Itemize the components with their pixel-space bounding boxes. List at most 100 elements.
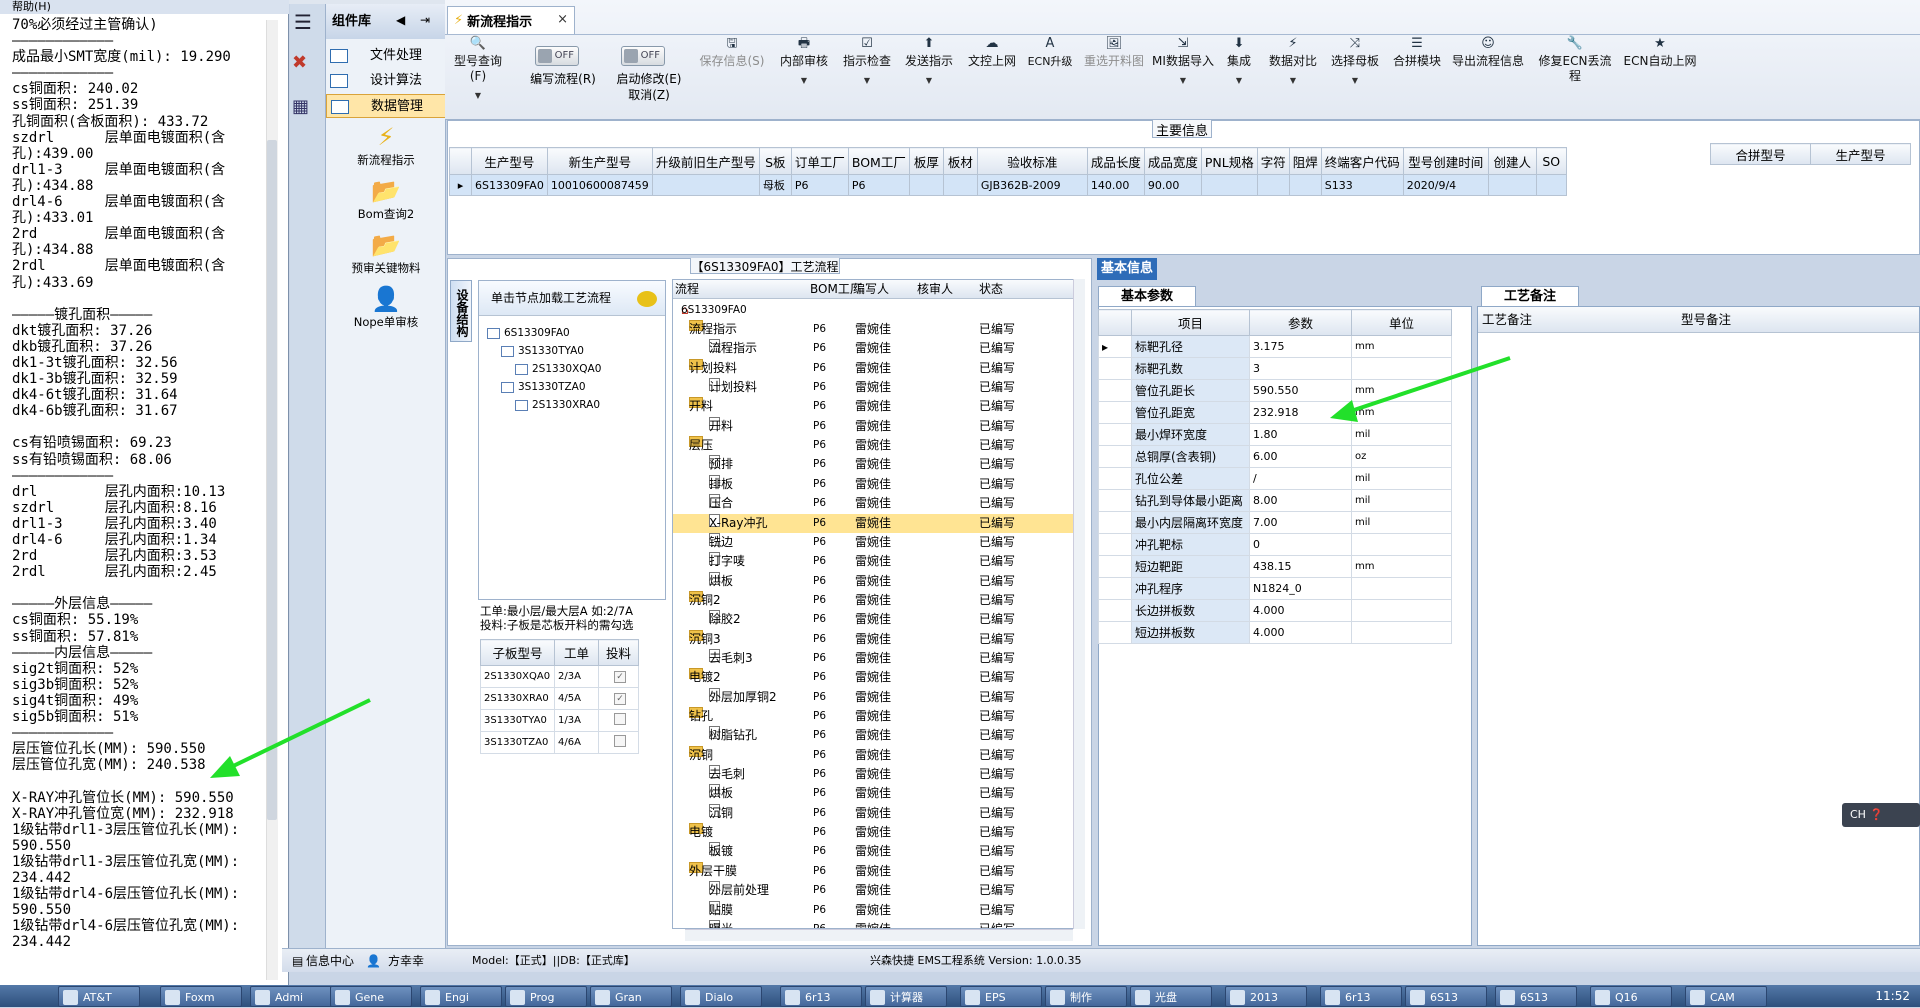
main-info-column[interactable]: BOM工厂 [847, 147, 910, 175]
equipment-structure-tab[interactable]: 设备结构 [450, 280, 472, 342]
flow-row[interactable]: 钻孔 P6 雷婉佳 已编写 [673, 707, 1073, 726]
feed-checkbox[interactable] [614, 713, 626, 725]
taskbar-item[interactable]: Engi [420, 986, 502, 1007]
param-value[interactable]: N1824_0 [1249, 577, 1352, 600]
tree-node[interactable]: 2S1330XRA0 [515, 397, 600, 413]
param-row[interactable]: 冲孔靶标 0 [1098, 533, 1452, 556]
info-center[interactable]: 信息中心 [306, 949, 354, 973]
bom-query-shortcut[interactable]: 📂 Bom查询2 [326, 176, 446, 222]
param-row[interactable]: 冲孔程序 N1824_0 [1098, 577, 1452, 600]
main-info-cell[interactable]: 2020/9/4 [1402, 174, 1489, 196]
integrate-button[interactable]: ⬇ 集成 ▼ [1219, 36, 1259, 88]
flow-row[interactable]: 沉铜2 P6 雷婉佳 已编写 [673, 590, 1073, 610]
flow-row[interactable]: 电镀 P6 雷婉佳 已编写 [673, 823, 1073, 842]
main-info-cell[interactable]: S133 [1320, 174, 1404, 196]
param-value[interactable]: 8.00 [1249, 489, 1352, 512]
main-info-cell[interactable] [1535, 174, 1567, 196]
collapse-icon[interactable]: ◀ [396, 13, 405, 27]
taskbar-item[interactable]: CAM [1685, 986, 1767, 1007]
sub-board-column[interactable]: 投料 [598, 639, 639, 666]
main-info-column[interactable]: 成品宽度 [1143, 147, 1202, 175]
param-row[interactable]: 最小焊环宽度 1.80 mil [1098, 423, 1452, 446]
param-value[interactable]: 438.15 [1249, 555, 1352, 578]
flow-row[interactable]: 流程指示 P6 雷婉佳 已编写 [673, 320, 1073, 339]
taskbar-item[interactable]: AT&T [58, 986, 140, 1007]
main-info-column[interactable]: 字符 [1256, 147, 1290, 175]
main-info-column[interactable]: 板厚 [908, 147, 944, 175]
param-row[interactable]: 短边靶距 438.15 mm [1098, 555, 1452, 578]
main-info-column[interactable]: SO [1535, 147, 1567, 175]
flow-row[interactable]: 计划投料 P6 雷婉佳 已编写 [673, 358, 1073, 378]
tree-node[interactable]: 6S13309FA0 [487, 325, 570, 341]
main-info-column[interactable]: 新生产型号 [546, 147, 653, 175]
ecn-upgrade-button[interactable]: A ECN升级 [1025, 36, 1075, 69]
taskbar-item[interactable]: Q16 [1590, 986, 1672, 1007]
sub-board-column[interactable]: 工单 [554, 639, 599, 666]
param-column[interactable]: 参数 [1249, 309, 1352, 336]
flow-row[interactable]: 沉铜 P6 雷婉佳 已编写 [673, 745, 1073, 765]
flow-row[interactable]: 外层干膜 P6 雷婉佳 已编写 [673, 861, 1073, 881]
param-value[interactable]: / [1249, 467, 1352, 490]
flow-row[interactable]: 开料 P6 雷婉佳 已编写 [673, 397, 1073, 416]
main-info-cell[interactable] [942, 174, 978, 196]
export-flow-button[interactable]: ☺ 导出流程信息 [1448, 36, 1528, 69]
param-column[interactable]: 项目 [1131, 309, 1250, 336]
main-info-column[interactable]: 验收标准 [976, 147, 1088, 175]
taskbar-item[interactable]: 6S13 [1405, 986, 1487, 1007]
main-info-column[interactable]: 升级前旧生产型号 [651, 147, 760, 175]
taskbar-item[interactable]: Gene [330, 986, 412, 1007]
tree-node[interactable]: 2S1330XQA0 [515, 361, 601, 377]
main-info-cell[interactable] [1200, 174, 1258, 196]
main-info-column[interactable]: 型号创建时间 [1402, 147, 1489, 175]
sub-board-column[interactable]: 子板型号 [480, 639, 555, 666]
flow-row[interactable]: 铣边 P6 雷婉佳 已编写 [673, 532, 1073, 552]
param-value[interactable]: 3.175 [1249, 335, 1352, 358]
param-row[interactable]: 短边拼板数 4.000 [1098, 621, 1452, 644]
main-info-column[interactable]: S板 [758, 147, 792, 175]
flow-column[interactable]: 核审人 [917, 280, 953, 299]
main-info-column[interactable]: 板材 [942, 147, 978, 175]
taskbar-item[interactable]: Prog [505, 986, 587, 1007]
taskbar-item[interactable]: Foxm [160, 986, 242, 1007]
param-value[interactable]: 3 [1249, 357, 1352, 380]
taskbar-item[interactable]: 6r13 [1320, 986, 1402, 1007]
flow-row[interactable]: 电镀2 P6 雷婉佳 已编写 [673, 668, 1073, 687]
save-info-button[interactable]: 🖫 保存信息(S) [697, 36, 767, 69]
flow-row[interactable]: 打字唛 P6 雷婉佳 已编写 [673, 552, 1073, 571]
main-info-cell[interactable]: P6 [790, 174, 849, 196]
report-text[interactable]: 70%必须经过主管确认) ———————————— 成品最小SMT宽度(mil): … [12, 17, 272, 950]
tab-new-flow[interactable]: ⚡ 新流程指示 × [447, 6, 575, 34]
ime-indicator[interactable]: CH ❓ [1842, 803, 1920, 827]
sub-board-row[interactable]: 3S1330TZA0 4/6A [480, 731, 639, 754]
flow-row[interactable]: 沉铜3 P6 雷婉佳 已编写 [673, 629, 1073, 649]
param-row[interactable]: 总铜厚(含表铜) 6.00 oz [1098, 445, 1452, 468]
param-value[interactable]: 6.00 [1249, 445, 1352, 468]
calculator-icon[interactable]: ▦ [292, 96, 309, 117]
param-row[interactable]: ▸ 标靶孔径 3.175 mm [1098, 335, 1452, 358]
flow-hscrollbar[interactable] [685, 929, 1073, 941]
report-scroll-thumb[interactable] [267, 140, 277, 820]
internal-review-button[interactable]: 🖶 内部审核 ▼ [775, 36, 833, 88]
close-icon[interactable]: × [557, 12, 568, 27]
param-row[interactable]: 孔位公差 / mil [1098, 467, 1452, 490]
data-compare-button[interactable]: ⚡ 数据对比 ▼ [1265, 36, 1321, 88]
hamburger-icon[interactable]: ☰ [294, 10, 312, 34]
flow-column[interactable]: 流程 [675, 280, 699, 299]
nav-item-algorithm[interactable]: 设计算法 [326, 69, 446, 93]
taskbar-item[interactable]: 6r13 [780, 986, 862, 1007]
flow-row[interactable]: 压合 P6 雷婉佳 已编写 [673, 494, 1073, 513]
write-flow-toggle[interactable]: OFF [535, 46, 579, 66]
taskbar-item[interactable]: 6S13 [1495, 986, 1577, 1007]
main-info-cell[interactable]: 140.00 [1086, 174, 1145, 196]
select-mother-button[interactable]: ⤨ 选择母板 ▼ [1327, 36, 1383, 88]
flow-row[interactable]: 烘板 P6 雷婉佳 已编写 [673, 571, 1073, 591]
flow-scrollbar[interactable] [1073, 279, 1085, 929]
flow-row[interactable]: 开料 P6 雷婉佳 已编写 [673, 416, 1073, 436]
flow-row[interactable]: 流程指示 P6 雷婉佳 已编写 [673, 339, 1073, 358]
param-value[interactable]: 4.000 [1249, 621, 1352, 644]
flow-row[interactable]: 计划投料 P6 雷婉佳 已编写 [673, 378, 1073, 397]
merge-column[interactable]: 生产型号 [1810, 143, 1911, 165]
main-info-cell[interactable] [1487, 174, 1537, 196]
mi-import-button[interactable]: ⇲ MI数据导入 ▼ [1151, 36, 1215, 88]
flow-row[interactable]: 排板 P6 雷婉佳 已编写 [673, 474, 1073, 494]
